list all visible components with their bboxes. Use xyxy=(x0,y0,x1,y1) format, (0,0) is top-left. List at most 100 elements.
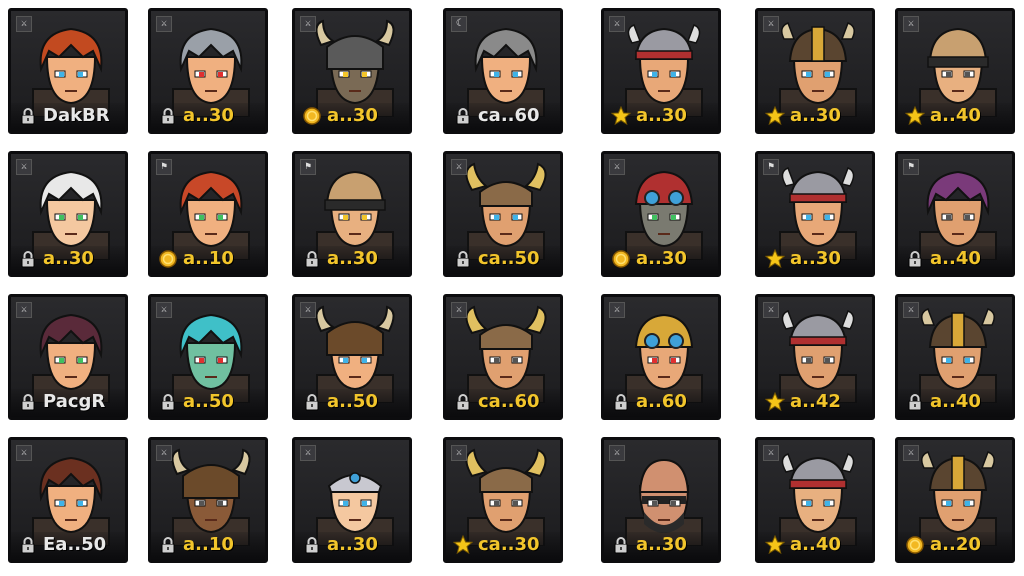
hero-portrait xyxy=(316,170,394,260)
hero-card[interactable]: ⚔ a..30 xyxy=(601,437,721,563)
hero-portrait xyxy=(315,19,395,117)
hero-level-label: a..30 xyxy=(183,105,234,126)
hero-portrait xyxy=(465,448,547,546)
class-icon: ⚔ xyxy=(16,445,32,461)
hero-card[interactable]: ⚔ ca..50 xyxy=(443,151,563,277)
hero-portrait xyxy=(32,170,110,260)
hero-card[interactable]: ⚔ a..30 xyxy=(8,151,128,277)
hero-portrait xyxy=(315,305,395,403)
hero-portrait xyxy=(467,27,545,117)
hero-level-label: a..50 xyxy=(183,391,234,412)
hero-card[interactable]: ⚔ ca..60 xyxy=(443,294,563,420)
star-icon xyxy=(453,535,473,555)
class-icon: ⚔ xyxy=(609,159,625,175)
class-icon: ⚑ xyxy=(300,159,316,175)
hero-portrait xyxy=(32,313,110,403)
hero-portrait xyxy=(779,310,857,403)
hero-portrait xyxy=(465,162,547,260)
hero-card[interactable]: ⚔ PacgR xyxy=(8,294,128,420)
star-icon xyxy=(765,249,785,269)
hero-card[interactable]: ⚑ a..40 xyxy=(895,151,1015,277)
hero-portrait xyxy=(919,27,997,117)
class-icon: ⚔ xyxy=(763,16,779,32)
hero-card[interactable]: ⚑ a..10 xyxy=(148,151,268,277)
hero-card[interactable]: ⚔ DakBR xyxy=(8,8,128,134)
hero-card[interactable]: ⚔ Ea..50 xyxy=(8,437,128,563)
hero-card[interactable]: ⚔ a..50 xyxy=(148,294,268,420)
hero-card[interactable]: ⚑ a..30 xyxy=(755,151,875,277)
hero-portrait xyxy=(625,24,703,117)
hero-level-label: a..30 xyxy=(790,248,841,269)
hero-level-label: ca..60 xyxy=(478,105,540,126)
hero-card[interactable]: ⚔ a..30 xyxy=(601,8,721,134)
lock-icon xyxy=(302,392,322,412)
coin-icon xyxy=(158,249,178,269)
hero-card[interactable]: ⚔ a..60 xyxy=(601,294,721,420)
hero-level-label: a..10 xyxy=(183,534,234,555)
hero-level-label: a..40 xyxy=(930,391,981,412)
hero-card[interactable]: ⚔ a..40 xyxy=(895,294,1015,420)
lock-icon xyxy=(158,106,178,126)
class-icon: ☾ xyxy=(451,16,467,32)
hero-card[interactable]: ⚔ a..30 xyxy=(148,8,268,134)
hero-portrait xyxy=(32,27,110,117)
hero-level-label: a..30 xyxy=(327,248,378,269)
hero-card[interactable]: ⚔ a..40 xyxy=(895,8,1015,134)
hero-level-label: a..10 xyxy=(183,248,234,269)
hero-card[interactable]: ☾ ca..60 xyxy=(443,8,563,134)
class-icon: ⚔ xyxy=(903,302,919,318)
class-icon: ⚔ xyxy=(300,16,316,32)
class-icon: ⚔ xyxy=(16,159,32,175)
hero-card[interactable]: ⚔ a..50 xyxy=(292,294,412,420)
hero-level-label: Ea..50 xyxy=(43,534,107,555)
hero-level-label: a..30 xyxy=(636,105,687,126)
hero-portrait xyxy=(465,305,547,403)
class-icon: ⚔ xyxy=(903,445,919,461)
star-icon xyxy=(905,106,925,126)
class-icon: ⚔ xyxy=(763,302,779,318)
star-icon xyxy=(765,392,785,412)
hero-card[interactable]: ⚔ a..30 xyxy=(755,8,875,134)
hero-card[interactable]: ⚔ a..10 xyxy=(148,437,268,563)
hero-level-label: a..30 xyxy=(327,534,378,555)
hero-card[interactable]: ⚔ a..40 xyxy=(755,437,875,563)
class-icon: ⚑ xyxy=(763,159,779,175)
lock-icon xyxy=(905,392,925,412)
lock-icon xyxy=(18,392,38,412)
hero-card[interactable]: ⚔ a..30 xyxy=(601,151,721,277)
hero-card[interactable]: ⚔ a..30 xyxy=(292,437,412,563)
hero-card[interactable]: ⚑ a..30 xyxy=(292,151,412,277)
class-icon: ⚔ xyxy=(16,302,32,318)
class-icon: ⚔ xyxy=(451,445,467,461)
hero-portrait xyxy=(172,27,250,117)
hero-card[interactable]: ⚔ a..20 xyxy=(895,437,1015,563)
lock-icon xyxy=(453,249,473,269)
class-icon: ⚔ xyxy=(451,159,467,175)
hero-portrait xyxy=(919,451,997,546)
lock-icon xyxy=(302,249,322,269)
class-icon: ⚔ xyxy=(156,302,172,318)
class-icon: ⚑ xyxy=(156,159,172,175)
hero-level-label: a..40 xyxy=(930,248,981,269)
class-icon: ⚔ xyxy=(903,16,919,32)
hero-portrait xyxy=(32,456,110,546)
lock-icon xyxy=(18,535,38,555)
hero-level-label: ca..60 xyxy=(478,391,540,412)
class-icon: ⚔ xyxy=(300,302,316,318)
lock-icon xyxy=(611,392,631,412)
class-icon: ⚔ xyxy=(763,445,779,461)
class-icon: ⚔ xyxy=(609,302,625,318)
hero-card[interactable]: ⚔ a..42 xyxy=(755,294,875,420)
lock-icon xyxy=(158,392,178,412)
hero-card[interactable]: ⚔ a..30 xyxy=(292,8,412,134)
coin-icon xyxy=(302,106,322,126)
class-icon: ⚑ xyxy=(903,159,919,175)
hero-level-label: a..30 xyxy=(43,248,94,269)
hero-level-label: a..30 xyxy=(790,105,841,126)
hero-portrait xyxy=(625,170,703,260)
hero-card[interactable]: ⚔ ca..30 xyxy=(443,437,563,563)
lock-icon xyxy=(453,106,473,126)
hero-portrait xyxy=(919,170,997,260)
hero-level-label: DakBR xyxy=(43,105,110,126)
hero-level-label: ca..50 xyxy=(478,248,540,269)
